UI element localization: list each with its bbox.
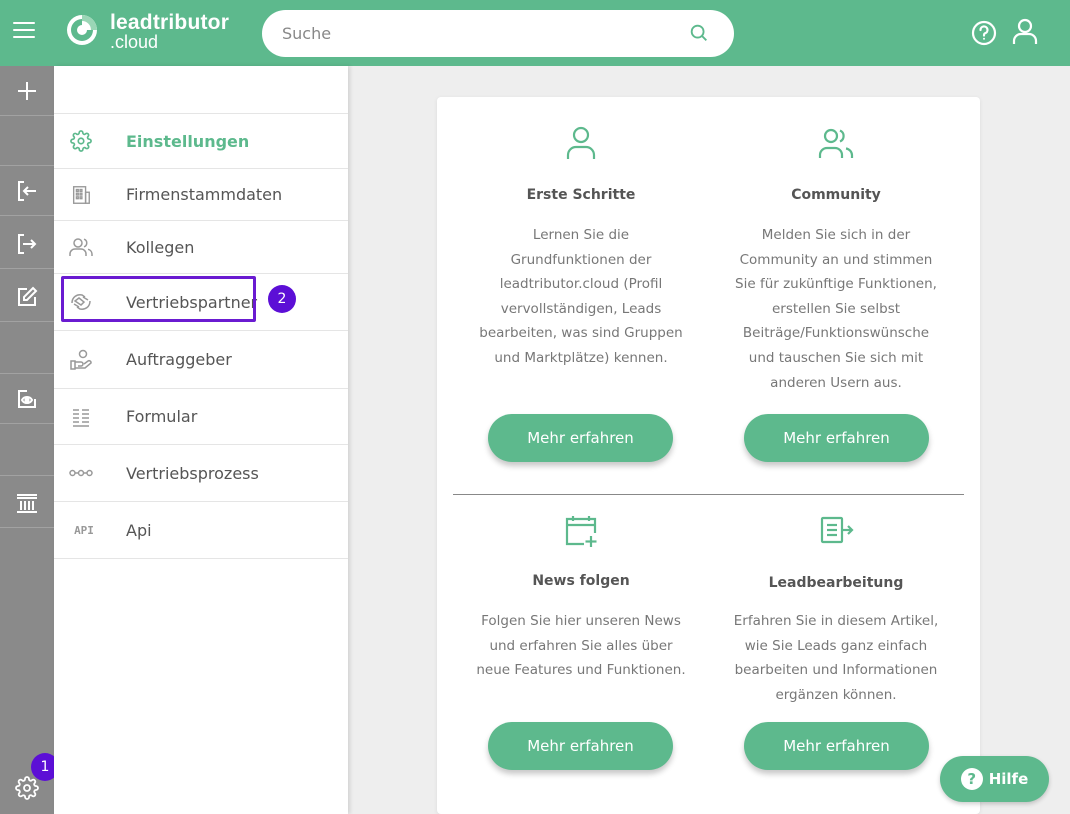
form-icon xyxy=(69,405,93,429)
menu-item-vertriebsprozess[interactable]: Vertriebsprozess xyxy=(54,445,348,502)
bank-icon xyxy=(17,493,37,513)
desc-line: und erfahren Sie alles über xyxy=(489,637,673,654)
eye-icon xyxy=(18,389,36,408)
menu-item-label: Einstellungen xyxy=(126,131,250,151)
desc-line: ergänzen können. xyxy=(775,686,897,703)
menu-item-label: Vertriebsprozess xyxy=(126,463,259,483)
section-divider xyxy=(453,494,964,495)
desc-line: und tauschen Sie sich mit xyxy=(748,349,924,366)
mehr-erfahren-button[interactable]: Mehr erfahren xyxy=(744,722,929,770)
search-input[interactable] xyxy=(282,20,682,47)
sign-out-icon xyxy=(18,233,37,254)
menu-item-label: Formular xyxy=(126,407,198,426)
desc-line: Sie für zukünftige Funktionen, xyxy=(735,276,937,293)
menu-item-label: Auftraggeber xyxy=(126,350,232,369)
process-icon xyxy=(69,461,93,485)
rail-view-button[interactable] xyxy=(0,374,54,424)
tile-description: Erfahren Sie in diesem Artikel, wie Sie … xyxy=(711,609,961,707)
tile-community: Community Melden Sie sich in der Communi… xyxy=(711,125,961,395)
tile-description: Folgen Sie hier unseren News und erfahre… xyxy=(456,609,706,683)
plus-icon xyxy=(18,81,36,100)
rail-empty-slot xyxy=(0,116,54,166)
rail-add-button[interactable] xyxy=(0,66,54,116)
top-bar: leadtributor .cloud xyxy=(0,0,1070,66)
client-hand-icon xyxy=(69,348,93,372)
rail-empty-slot xyxy=(0,324,54,374)
menu-item-auftraggeber[interactable]: Auftraggeber xyxy=(54,331,348,389)
desc-line: Melden Sie sich in der xyxy=(761,227,911,243)
hilfe-button[interactable]: ? Hilfe xyxy=(940,756,1049,802)
desc-line: und Marktplätze) kennen. xyxy=(494,349,668,366)
tile-description: Melden Sie sich in der Community an und … xyxy=(711,223,961,395)
menu-item-api[interactable]: API Api xyxy=(54,502,348,559)
brand-line1: leadtributor xyxy=(110,11,230,34)
menu-item-firmenstammdaten[interactable]: Firmenstammdaten xyxy=(54,169,348,221)
rail-outgoing-button[interactable] xyxy=(0,219,54,269)
desc-line: bearbeiten, was sind Gruppen xyxy=(479,325,683,342)
gear-icon xyxy=(69,129,93,153)
desc-line: bearbeiten und Informationen xyxy=(734,662,938,679)
desc-line: leadtributor.cloud (Profil xyxy=(499,276,663,293)
sign-in-icon xyxy=(18,180,36,201)
settings-menu: Einstellungen Firmenstammdaten Kollegen … xyxy=(54,66,348,814)
users-icon xyxy=(69,235,93,259)
tile-leadbearbeitung: Leadbearbeitung Erfahren Sie in diesem A… xyxy=(711,513,961,707)
tile-title: Community xyxy=(791,187,881,203)
rail-incoming-button[interactable] xyxy=(0,166,54,216)
hilfe-label: Hilfe xyxy=(988,770,1029,788)
help-circle-icon[interactable] xyxy=(971,20,997,46)
leadtributor-logo-icon[interactable] xyxy=(66,14,98,46)
desc-line: Community an und stimmen xyxy=(739,251,933,268)
user-profile-icon[interactable] xyxy=(1012,18,1038,46)
step-badge-2: 2 xyxy=(268,285,296,313)
menu-item-label: Kollegen xyxy=(126,237,195,257)
search-icon[interactable] xyxy=(688,22,710,44)
hamburger-menu-icon[interactable] xyxy=(13,22,35,40)
highlight-frame xyxy=(61,276,256,322)
help-question-icon: ? xyxy=(960,768,983,790)
brand-name[interactable]: leadtributor .cloud xyxy=(110,12,229,51)
gear-icon xyxy=(15,776,39,800)
desc-line: Folgen Sie hier unseren News xyxy=(481,613,681,629)
desc-line: vervollständigen, Leads xyxy=(500,300,662,317)
desc-line: Grundfunktionen der xyxy=(510,251,652,268)
tile-news-folgen: News folgen Folgen Sie hier unseren News… xyxy=(456,513,706,683)
mehr-erfahren-button[interactable]: Mehr erfahren xyxy=(744,414,929,462)
desc-line: erstellen Sie selbst xyxy=(771,300,901,317)
menu-item-kollegen[interactable]: Kollegen xyxy=(54,221,348,274)
desc-line: wie Sie Leads ganz einfach xyxy=(744,637,928,654)
user-icon xyxy=(566,126,596,159)
users-icon xyxy=(818,128,854,158)
icon-rail: 1 xyxy=(0,66,59,814)
document-export-icon xyxy=(820,516,854,544)
menu-item-label: Api xyxy=(126,520,152,540)
mehr-erfahren-button[interactable]: Mehr erfahren xyxy=(488,722,673,770)
tile-title: Erste Schritte xyxy=(526,187,636,203)
menu-item-einstellungen[interactable]: Einstellungen xyxy=(54,114,348,169)
onboarding-card: Erste Schritte Lernen Sie die Grundfunkt… xyxy=(437,97,980,814)
tile-title: News folgen xyxy=(532,573,630,589)
rail-empty-slot xyxy=(0,426,54,476)
menu-item-formular[interactable]: Formular xyxy=(54,389,348,445)
calendar-add-icon xyxy=(565,516,597,547)
menu-top-spacer xyxy=(54,66,348,114)
search-box xyxy=(262,10,734,57)
menu-item-label: Firmenstammdaten xyxy=(126,185,283,204)
desc-line: Lernen Sie die xyxy=(532,227,630,243)
desc-line: neue Features und Funktionen. xyxy=(476,662,686,679)
desc-line: anderen Usern aus. xyxy=(770,374,902,391)
brand-line2: .cloud xyxy=(110,32,159,52)
desc-line: Beiträge/Funktionswünsche xyxy=(742,325,930,342)
rail-bank-button[interactable] xyxy=(0,478,54,528)
rail-edit-button[interactable] xyxy=(0,272,54,322)
desc-line: Erfahren Sie in diesem Artikel, xyxy=(733,613,939,629)
edit-icon xyxy=(18,286,38,306)
mehr-erfahren-button[interactable]: Mehr erfahren xyxy=(488,414,673,462)
tile-description: Lernen Sie die Grundfunktionen der leadt… xyxy=(456,223,706,371)
building-icon xyxy=(69,183,93,207)
tile-title: Leadbearbeitung xyxy=(768,575,904,591)
tile-erste-schritte: Erste Schritte Lernen Sie die Grundfunkt… xyxy=(456,125,706,371)
api-icon: API xyxy=(74,523,94,537)
